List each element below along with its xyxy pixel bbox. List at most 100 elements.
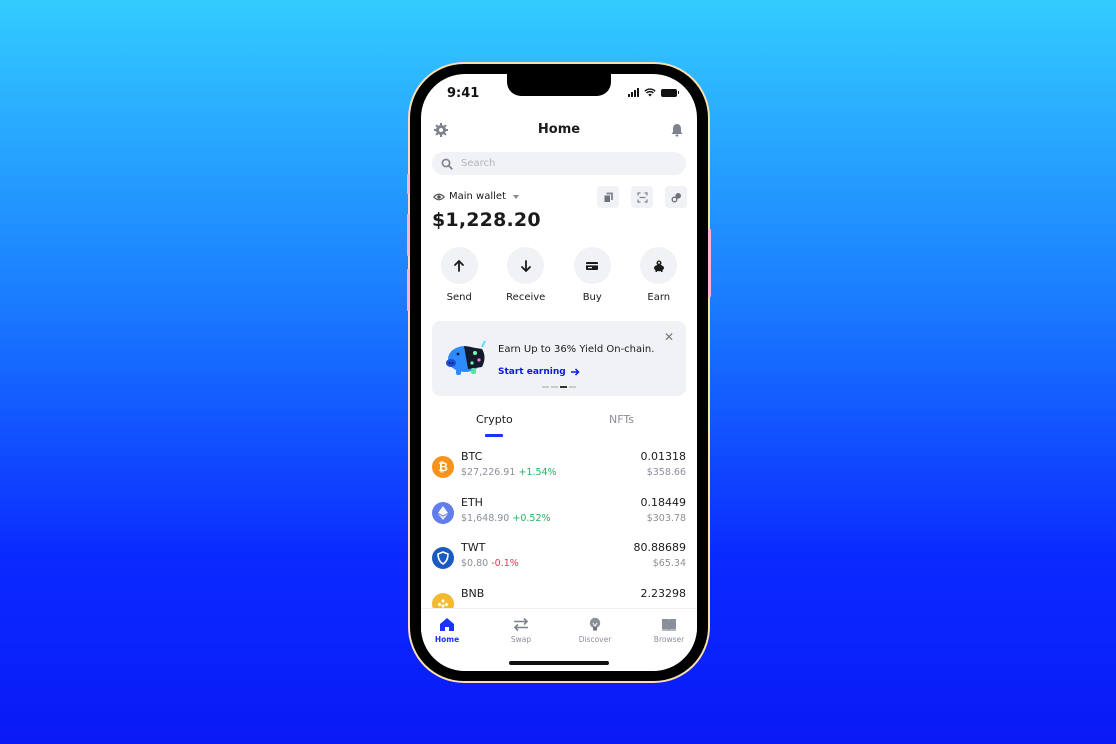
start-earning-link[interactable]: Start earning [498,367,580,377]
search-icon [441,158,453,170]
power-button [708,229,711,297]
asset-value: $358.66 [646,467,686,478]
start-earning-label: Start earning [498,367,566,377]
home-icon [440,618,454,631]
banner-title: Earn Up to 36% Yield On-chain. [498,344,655,355]
app-header: Home [421,118,697,142]
pagination-dot[interactable] [551,386,558,388]
bottom-tab-bar: Home Swap Discover Browser [421,608,697,671]
arrow-down-icon [520,259,531,272]
earn-circle[interactable] [640,247,678,284]
receive-label: Receive [506,292,546,303]
tabbar-browser[interactable]: Browser [639,617,697,644]
quick-actions: Send Receive Buy Earn [421,247,697,303]
tab-crypto[interactable]: Crypto [476,413,513,426]
connect-icon [671,192,681,202]
wallet-balance: $1,228.20 [432,209,541,231]
active-tab-indicator [485,434,503,437]
asset-row-twt[interactable]: TWT $0.80 -0.1% 80.88689 $65.34 [421,539,697,585]
asset-change: -0.1% [491,558,519,569]
tabbar-discover-label: Discover [578,635,612,644]
shield-icon [437,551,449,565]
receive-circle[interactable] [507,247,545,284]
promo-banner[interactable]: Earn Up to 36% Yield On-chain. Start ear… [432,321,686,396]
search-bar[interactable] [432,152,686,175]
asset-symbol: TWT [461,541,486,554]
send-label: Send [446,292,472,303]
asset-row-eth[interactable]: ETH $1,648.90 +0.52% 0.18449 $303.78 [421,494,697,540]
battery-icon [661,88,679,97]
wallet-name: Main wallet [449,191,506,202]
asset-price: $1,648.90 [461,512,510,524]
page-title: Home [537,122,581,137]
wallet-selector[interactable]: Main wallet [433,191,519,202]
piggy-bank-icon [446,340,486,375]
pagination-dot-active[interactable] [560,386,567,388]
scan-qr-button[interactable] [631,186,653,208]
eth-coin-icon [432,501,454,524]
wifi-icon [644,88,656,97]
signal-icon [628,88,639,97]
earn-icon [653,260,664,272]
earn-label: Earn [647,292,671,303]
wallet-connect-button[interactable] [665,186,687,208]
volume-up-button [407,214,410,256]
notch [507,74,611,96]
wallet-actions [597,186,687,208]
asset-price-line: $1,648.90 +0.52% [461,513,551,524]
tabbar-discover[interactable]: Discover [565,617,625,644]
copy-icon [603,192,613,203]
asset-price-line: $0.80 -0.1% [461,558,519,569]
arrow-right-icon [570,368,580,376]
asset-amount: 0.18449 [640,495,687,509]
copy-address-button[interactable] [597,186,619,208]
send-button[interactable]: Send [429,247,489,303]
status-icons [628,88,679,97]
buy-label: Buy [582,292,602,303]
lightbulb-icon [589,617,601,631]
asset-list: ₿ BTC $27,226.91 +1.54% 0.01318 $358.66 [421,448,697,630]
home-indicator[interactable] [509,661,609,665]
asset-symbol: BTC [461,450,483,463]
mute-switch [407,174,410,194]
buy-circle[interactable] [573,247,611,284]
asset-symbol: BNB [461,586,485,600]
asset-amount: 0.01318 [640,450,687,463]
tabbar-swap-label: Swap [510,635,532,644]
status-time: 9:41 [447,86,480,101]
card-icon [586,261,599,270]
phone-frame: 9:41 Home Search Main wallet $1,228.20 S… [407,64,711,681]
pagination-dot[interactable] [569,386,576,388]
asset-amount: 2.23298 [640,586,687,600]
asset-row-btc[interactable]: ₿ BTC $27,226.91 +1.54% 0.01318 $358.66 [421,448,697,494]
receive-button[interactable]: Receive [496,247,556,303]
asset-price: $0.80 [461,558,489,569]
twt-coin-icon [432,547,454,569]
asset-symbol: ETH [461,495,483,509]
tabbar-swap[interactable]: Swap [491,617,551,644]
scan-icon [636,191,648,203]
send-circle[interactable] [440,247,478,284]
asset-amount: 80.88689 [633,541,687,554]
pagination-dot[interactable] [542,386,549,388]
ethereum-glyph [438,505,448,520]
close-banner-button[interactable]: ✕ [664,331,674,343]
buy-button[interactable]: Buy [562,247,622,303]
earn-button[interactable]: Earn [629,247,689,303]
arrow-up-icon [454,259,465,272]
app-screen: 9:41 Home Search Main wallet $1,228.20 S… [421,74,697,671]
tabbar-home-label: Home [434,635,460,644]
asset-change: +1.54% [518,467,557,478]
tab-nfts[interactable]: NFTs [609,413,634,426]
btc-coin-icon: ₿ [432,456,454,478]
chevron-down-icon [513,194,519,199]
tabbar-home[interactable]: Home [421,617,477,644]
asset-value: $303.78 [646,512,686,524]
book-icon [662,619,676,631]
eye-icon[interactable] [433,192,445,202]
volume-down-button [407,269,410,311]
swap-icon [513,617,529,632]
notification-bell-icon[interactable] [669,122,685,138]
banner-pagination [542,386,576,388]
search-input[interactable] [461,158,661,169]
